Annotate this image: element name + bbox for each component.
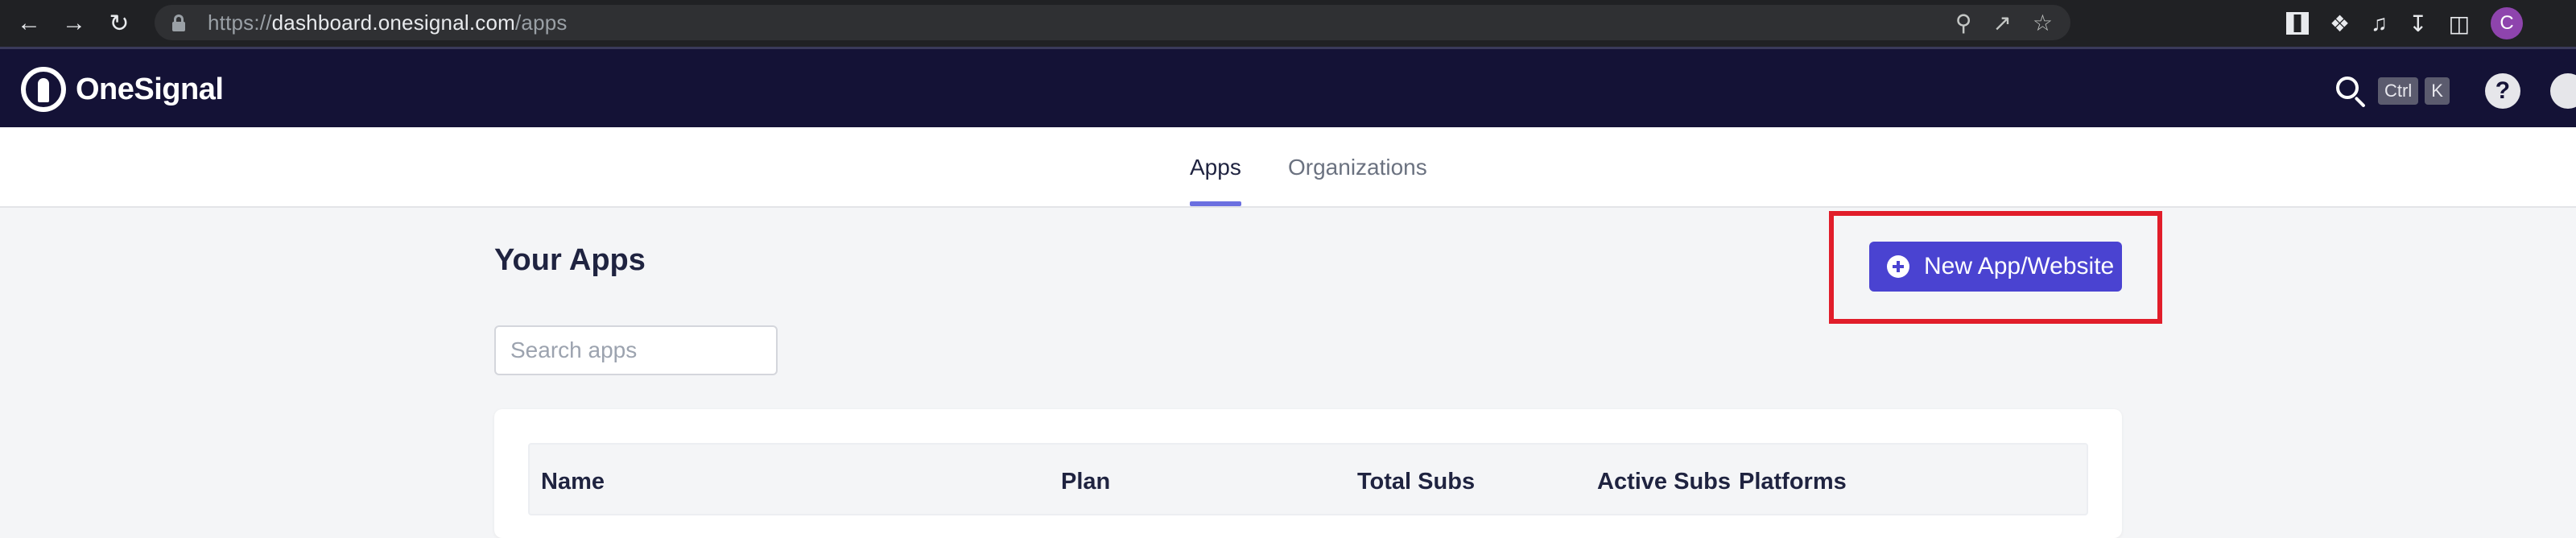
search-apps-input[interactable] [494, 325, 778, 375]
header-search[interactable]: Ctrl K ? [2334, 73, 2520, 109]
plus-circle-icon [1887, 255, 1909, 278]
tab-organizations[interactable]: Organizations [1288, 155, 1427, 180]
media-icon[interactable]: ♫ [2371, 10, 2388, 36]
column-active-subs[interactable]: Active Subs [1597, 469, 1731, 495]
column-platforms[interactable]: Platforms [1739, 469, 1847, 495]
help-icon[interactable]: ? [2484, 73, 2520, 109]
kbd-k: K [2425, 77, 2450, 105]
key-icon[interactable]: ⚲ [1955, 10, 1972, 36]
user-avatar[interactable] [2550, 73, 2576, 109]
active-tab-indicator [1190, 201, 1241, 206]
apps-table-card: Name Plan Total Subs Active Subs Platfor… [494, 409, 2122, 538]
reload-icon[interactable]: ↻ [97, 0, 142, 47]
tab-apps[interactable]: Apps [1190, 155, 1241, 180]
brand-name: OneSignal [76, 72, 224, 106]
forward-icon[interactable]: → [52, 0, 97, 47]
column-total-subs[interactable]: Total Subs [1357, 469, 1475, 495]
profile-avatar[interactable]: C [2491, 7, 2524, 39]
back-icon[interactable]: ← [6, 0, 52, 47]
new-app-button-label: New App/Website [1924, 253, 2115, 279]
kbd-ctrl: Ctrl [2378, 77, 2419, 105]
url-text[interactable]: https://dashboard.onesignal.com/apps [208, 10, 568, 35]
column-name[interactable]: Name [541, 469, 605, 495]
share-icon[interactable]: ↗ [1992, 10, 2011, 36]
sidepanel-icon[interactable]: ◫ [2449, 10, 2470, 37]
puzzle-icon[interactable]: ❖ [2330, 10, 2350, 37]
app-header: OneSignal Ctrl K ? [0, 47, 2576, 127]
address-bar[interactable]: https://dashboard.onesignal.com/apps ⚲ ↗… [155, 5, 2070, 40]
page-title: Your Apps [494, 243, 646, 277]
browser-toolbar: ← → ↻ https://dashboard.onesignal.com/ap… [0, 0, 2576, 47]
new-app-website-button[interactable]: New App/Website [1869, 242, 2122, 292]
tabs-bar: Apps Organizations [0, 127, 2576, 208]
apps-table-header: Name Plan Total Subs Active Subs Platfor… [528, 443, 2088, 515]
column-plan[interactable]: Plan [1061, 469, 1110, 495]
qr-extension-icon[interactable] [2286, 12, 2309, 35]
search-icon[interactable] [2334, 75, 2367, 108]
download-icon[interactable]: ↧ [2409, 10, 2427, 37]
onesignal-logo[interactable]: OneSignal [21, 67, 224, 112]
star-icon[interactable]: ☆ [2033, 10, 2053, 36]
lock-icon[interactable] [171, 13, 187, 32]
onesignal-logo-icon [21, 67, 66, 112]
